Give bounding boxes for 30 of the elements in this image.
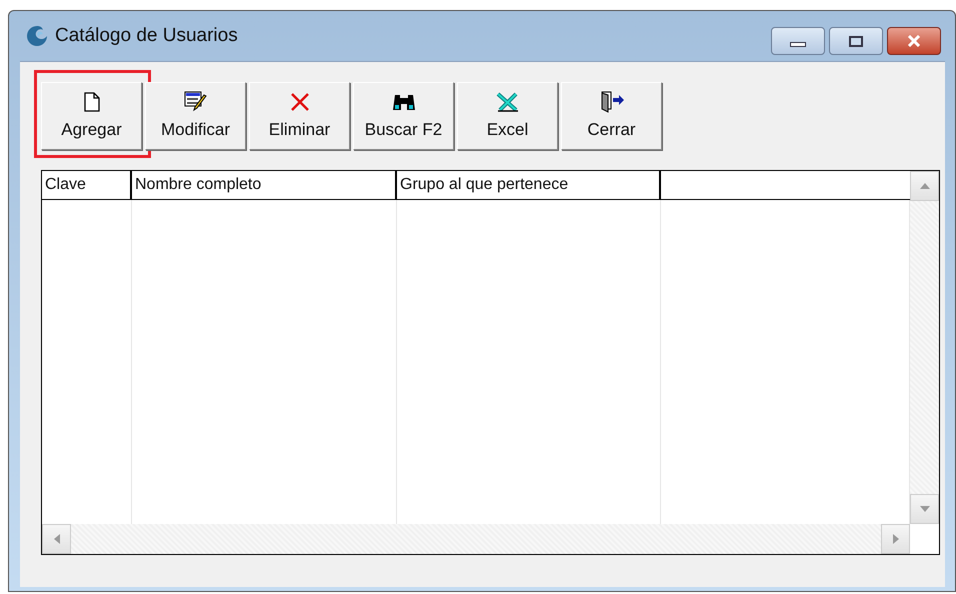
document-icon [84,91,100,113]
right-arrow-icon [892,534,898,544]
x-icon [290,91,310,113]
door-icon [600,91,624,113]
column-header[interactable]: Nombre completo [132,171,397,200]
up-arrow-icon [920,183,930,189]
scroll-up-button[interactable] [910,171,939,201]
toolbar-button[interactable]: Excel [457,82,558,150]
scroll-right-button[interactable] [881,524,910,554]
toolbar-button[interactable]: Modificar [145,82,246,150]
close-icon [906,35,922,47]
scroll-down-button[interactable] [910,494,939,524]
horizontal-scrollbar[interactable] [42,524,910,554]
column-header[interactable]: Clave [42,171,132,200]
toolbar-button[interactable]: Cerrar [561,82,662,150]
column-header[interactable]: Grupo al que pertenece [397,171,661,200]
close-button[interactable] [887,27,941,55]
down-arrow-icon [920,506,930,512]
vertical-scrollbar[interactable] [910,171,939,524]
spreadsheet-icon [496,91,520,113]
window-title: Catálogo de Usuarios [55,25,238,47]
left-arrow-icon [54,534,60,544]
edit-icon [184,91,208,113]
scroll-left-button[interactable] [42,524,71,554]
maximize-button[interactable] [829,27,883,55]
toolbar-button[interactable]: Buscar F2 [353,82,454,150]
toolbar-button[interactable]: Agregar [41,82,142,150]
toolbar-button[interactable]: Eliminar [249,82,350,150]
minimize-button[interactable] [771,27,825,55]
app-icon [25,24,49,48]
